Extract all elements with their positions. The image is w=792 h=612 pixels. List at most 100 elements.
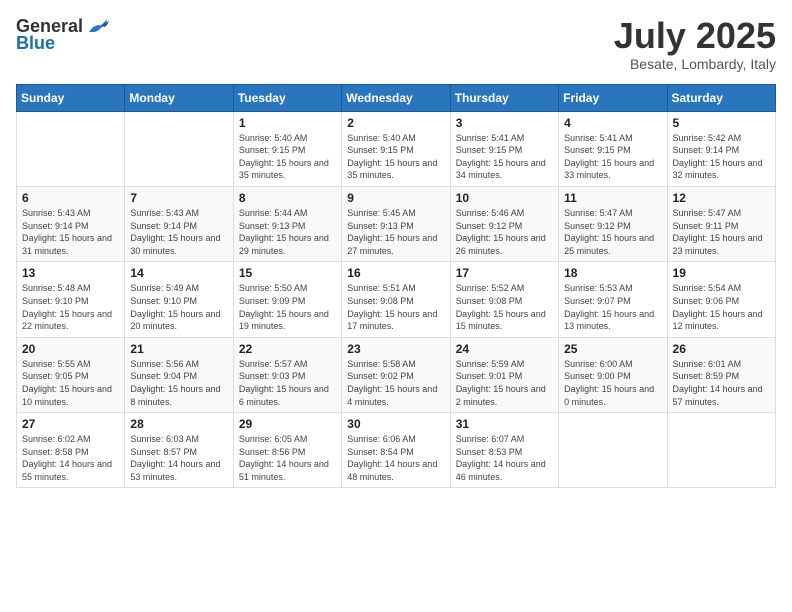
- month-title: July 2025: [614, 16, 776, 56]
- calendar-week-row: 1 Sunrise: 5:40 AM Sunset: 9:15 PM Daylig…: [17, 111, 776, 186]
- day-info: Sunrise: 5:40 AM Sunset: 9:15 PM Dayligh…: [347, 132, 444, 182]
- calendar-cell: 18 Sunrise: 5:53 AM Sunset: 9:07 PM Dayli…: [559, 262, 667, 337]
- day-info: Sunrise: 5:40 AM Sunset: 9:15 PM Dayligh…: [239, 132, 336, 182]
- day-number: 12: [673, 191, 770, 205]
- calendar-cell: 12 Sunrise: 5:47 AM Sunset: 9:11 PM Dayli…: [667, 186, 775, 261]
- day-info: Sunrise: 5:41 AM Sunset: 9:15 PM Dayligh…: [456, 132, 553, 182]
- day-number: 10: [456, 191, 553, 205]
- calendar-cell: 1 Sunrise: 5:40 AM Sunset: 9:15 PM Daylig…: [233, 111, 341, 186]
- day-number: 19: [673, 266, 770, 280]
- day-info: Sunrise: 5:59 AM Sunset: 9:01 PM Dayligh…: [456, 358, 553, 408]
- calendar-cell: 16Sunrise: 5:51 AM Sunset: 9:08 PM Dayli…: [342, 262, 450, 337]
- calendar-cell: 17Sunrise: 5:52 AM Sunset: 9:08 PM Dayli…: [450, 262, 558, 337]
- day-number: 21: [130, 342, 227, 356]
- day-info: Sunrise: 5:50 AM Sunset: 9:09 PM Dayligh…: [239, 282, 336, 332]
- calendar-cell: 30 Sunrise: 6:06 AM Sunset: 8:54 PM Dayli…: [342, 413, 450, 488]
- calendar-cell: [17, 111, 125, 186]
- day-number: 18: [564, 266, 661, 280]
- day-info: Sunrise: 6:05 AM Sunset: 8:56 PM Dayligh…: [239, 433, 336, 483]
- calendar-cell: 21 Sunrise: 5:56 AM Sunset: 9:04 PM Dayli…: [125, 337, 233, 412]
- calendar-cell: 25 Sunrise: 6:00 AM Sunset: 9:00 PM Dayli…: [559, 337, 667, 412]
- calendar-table: SundayMondayTuesdayWednesdayThursdayFrid…: [16, 84, 776, 489]
- calendar-cell: 20 Sunrise: 5:55 AM Sunset: 9:05 PM Dayli…: [17, 337, 125, 412]
- day-number: 28: [130, 417, 227, 431]
- calendar-cell: 10 Sunrise: 5:46 AM Sunset: 9:12 PM Dayli…: [450, 186, 558, 261]
- calendar-cell: 11Sunrise: 5:47 AM Sunset: 9:12 PM Dayli…: [559, 186, 667, 261]
- day-number: 4: [564, 116, 661, 130]
- weekday-header: Sunday: [17, 84, 125, 111]
- calendar-cell: 27Sunrise: 6:02 AM Sunset: 8:58 PM Dayli…: [17, 413, 125, 488]
- calendar-cell: 22 Sunrise: 5:57 AM Sunset: 9:03 PM Dayli…: [233, 337, 341, 412]
- day-info: Sunrise: 5:57 AM Sunset: 9:03 PM Dayligh…: [239, 358, 336, 408]
- weekday-header: Thursday: [450, 84, 558, 111]
- logo: General Blue: [16, 16, 109, 54]
- weekday-header: Saturday: [667, 84, 775, 111]
- calendar-week-row: 6 Sunrise: 5:43 AM Sunset: 9:14 PM Daylig…: [17, 186, 776, 261]
- weekday-header: Wednesday: [342, 84, 450, 111]
- day-number: 5: [673, 116, 770, 130]
- day-info: Sunrise: 5:54 AM Sunset: 9:06 PM Dayligh…: [673, 282, 770, 332]
- day-info: Sunrise: 6:06 AM Sunset: 8:54 PM Dayligh…: [347, 433, 444, 483]
- calendar-cell: 14Sunrise: 5:49 AM Sunset: 9:10 PM Dayli…: [125, 262, 233, 337]
- day-number: 22: [239, 342, 336, 356]
- day-number: 26: [673, 342, 770, 356]
- calendar-cell: 6 Sunrise: 5:43 AM Sunset: 9:14 PM Daylig…: [17, 186, 125, 261]
- day-number: 24: [456, 342, 553, 356]
- day-info: Sunrise: 6:02 AM Sunset: 8:58 PM Dayligh…: [22, 433, 119, 483]
- day-number: 8: [239, 191, 336, 205]
- day-number: 29: [239, 417, 336, 431]
- day-number: 2: [347, 116, 444, 130]
- calendar-header-row: SundayMondayTuesdayWednesdayThursdayFrid…: [17, 84, 776, 111]
- day-info: Sunrise: 5:55 AM Sunset: 9:05 PM Dayligh…: [22, 358, 119, 408]
- day-info: Sunrise: 5:44 AM Sunset: 9:13 PM Dayligh…: [239, 207, 336, 257]
- weekday-header: Friday: [559, 84, 667, 111]
- day-number: 11: [564, 191, 661, 205]
- weekday-header: Monday: [125, 84, 233, 111]
- day-info: Sunrise: 5:45 AM Sunset: 9:13 PM Dayligh…: [347, 207, 444, 257]
- day-number: 30: [347, 417, 444, 431]
- day-number: 16: [347, 266, 444, 280]
- page-header: General Blue July 2025 Besate, Lombardy,…: [16, 16, 776, 72]
- day-info: Sunrise: 6:00 AM Sunset: 9:00 PM Dayligh…: [564, 358, 661, 408]
- calendar-week-row: 20 Sunrise: 5:55 AM Sunset: 9:05 PM Dayli…: [17, 337, 776, 412]
- day-info: Sunrise: 5:58 AM Sunset: 9:02 PM Dayligh…: [347, 358, 444, 408]
- day-info: Sunrise: 5:46 AM Sunset: 9:12 PM Dayligh…: [456, 207, 553, 257]
- calendar-cell: 13 Sunrise: 5:48 AM Sunset: 9:10 PM Dayli…: [17, 262, 125, 337]
- day-info: Sunrise: 5:42 AM Sunset: 9:14 PM Dayligh…: [673, 132, 770, 182]
- day-number: 6: [22, 191, 119, 205]
- day-number: 13: [22, 266, 119, 280]
- day-number: 25: [564, 342, 661, 356]
- calendar-cell: 28 Sunrise: 6:03 AM Sunset: 8:57 PM Dayli…: [125, 413, 233, 488]
- calendar-cell: 19 Sunrise: 5:54 AM Sunset: 9:06 PM Dayli…: [667, 262, 775, 337]
- day-info: Sunrise: 6:01 AM Sunset: 8:59 PM Dayligh…: [673, 358, 770, 408]
- calendar-cell: [559, 413, 667, 488]
- day-number: 1: [239, 116, 336, 130]
- title-area: July 2025 Besate, Lombardy, Italy: [614, 16, 776, 72]
- logo-bird-icon: [85, 17, 109, 37]
- calendar-cell: 23Sunrise: 5:58 AM Sunset: 9:02 PM Dayli…: [342, 337, 450, 412]
- day-info: Sunrise: 6:03 AM Sunset: 8:57 PM Dayligh…: [130, 433, 227, 483]
- calendar-cell: 31Sunrise: 6:07 AM Sunset: 8:53 PM Dayli…: [450, 413, 558, 488]
- day-number: 7: [130, 191, 227, 205]
- day-info: Sunrise: 5:52 AM Sunset: 9:08 PM Dayligh…: [456, 282, 553, 332]
- day-info: Sunrise: 5:41 AM Sunset: 9:15 PM Dayligh…: [564, 132, 661, 182]
- calendar-cell: 9 Sunrise: 5:45 AM Sunset: 9:13 PM Daylig…: [342, 186, 450, 261]
- day-info: Sunrise: 5:43 AM Sunset: 9:14 PM Dayligh…: [22, 207, 119, 257]
- location: Besate, Lombardy, Italy: [614, 56, 776, 72]
- calendar-cell: 3Sunrise: 5:41 AM Sunset: 9:15 PM Daylig…: [450, 111, 558, 186]
- day-info: Sunrise: 5:49 AM Sunset: 9:10 PM Dayligh…: [130, 282, 227, 332]
- day-number: 15: [239, 266, 336, 280]
- calendar-cell: [667, 413, 775, 488]
- day-number: 9: [347, 191, 444, 205]
- calendar-cell: 5 Sunrise: 5:42 AM Sunset: 9:14 PM Daylig…: [667, 111, 775, 186]
- calendar-week-row: 13 Sunrise: 5:48 AM Sunset: 9:10 PM Dayli…: [17, 262, 776, 337]
- day-info: Sunrise: 5:53 AM Sunset: 9:07 PM Dayligh…: [564, 282, 661, 332]
- calendar-cell: 2 Sunrise: 5:40 AM Sunset: 9:15 PM Daylig…: [342, 111, 450, 186]
- day-info: Sunrise: 5:56 AM Sunset: 9:04 PM Dayligh…: [130, 358, 227, 408]
- day-info: Sunrise: 5:48 AM Sunset: 9:10 PM Dayligh…: [22, 282, 119, 332]
- day-number: 20: [22, 342, 119, 356]
- day-info: Sunrise: 5:47 AM Sunset: 9:11 PM Dayligh…: [673, 207, 770, 257]
- calendar-cell: 24 Sunrise: 5:59 AM Sunset: 9:01 PM Dayli…: [450, 337, 558, 412]
- calendar-cell: 26 Sunrise: 6:01 AM Sunset: 8:59 PM Dayli…: [667, 337, 775, 412]
- calendar-week-row: 27Sunrise: 6:02 AM Sunset: 8:58 PM Dayli…: [17, 413, 776, 488]
